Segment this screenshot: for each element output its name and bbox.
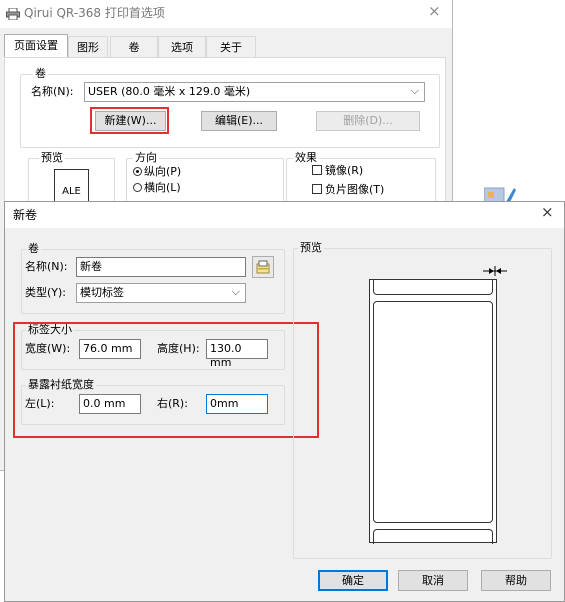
effects-title: 效果 (293, 151, 319, 164)
preview-label-1 (373, 279, 493, 295)
preview-label-2 (373, 301, 493, 523)
radio-checked-icon (133, 167, 142, 176)
preview-title: 预览 (298, 241, 324, 254)
help-button-label: 帮助 (505, 574, 527, 587)
tab-options[interactable]: 选项 (158, 36, 206, 58)
delete-roll-button-label: 删除(D)... (343, 114, 393, 127)
ok-button-label: 确定 (342, 574, 364, 587)
landscape-label: 横向(L) (144, 181, 181, 194)
tab-about[interactable]: 关于 (206, 36, 256, 58)
mirror-checkbox[interactable]: 镜像(R) (312, 164, 363, 178)
new-button-highlight (90, 107, 169, 134)
size-highlight (13, 322, 319, 438)
tab-label: 选项 (171, 41, 193, 54)
new-roll-dialog: 新卷 × 卷 名称(N): 新卷 类型(Y): 模切标签 ⌵ 标签大小 宽度(W… (4, 201, 565, 602)
back-name-value: USER (80.0 毫米 x 129.0 毫米) (88, 85, 251, 98)
tab-label: 关于 (220, 41, 242, 54)
cancel-button-label: 取消 (422, 574, 444, 587)
name-label: 名称(N): (25, 260, 68, 273)
tab-graphics[interactable]: 图形 (68, 36, 108, 58)
back-name-label: 名称(N): (31, 85, 74, 98)
cancel-button[interactable]: 取消 (398, 570, 468, 591)
width-marker-icon (483, 266, 507, 279)
background-app-icon (483, 186, 518, 203)
tab-label: 页面设置 (14, 39, 58, 52)
back-name-select[interactable]: USER (80.0 毫米 x 129.0 毫米) ⌵ (84, 82, 425, 102)
back-dialog-title: Qirui QR-368 打印首选项 (24, 6, 165, 20)
roll-library-icon (256, 260, 270, 277)
type-select[interactable]: 模切标签 ⌵ (76, 283, 246, 303)
chevron-down-icon: ⌵ (410, 84, 419, 97)
back-preview-text: ALE (62, 186, 81, 197)
tab-label: 图形 (77, 41, 99, 54)
back-roll-group-title: 卷 (33, 67, 48, 80)
edit-roll-button[interactable]: 编辑(E)... (201, 111, 277, 131)
chevron-down-icon: ⌵ (231, 285, 240, 298)
back-title-bar: Qirui QR-368 打印首选项 × (0, 0, 452, 28)
new-roll-title-bar: 新卷 × (5, 202, 564, 228)
type-select-value: 模切标签 (80, 286, 124, 299)
tab-roll[interactable]: 卷 (110, 36, 158, 58)
landscape-radio[interactable]: 横向(L) (133, 181, 181, 195)
ok-button[interactable]: 确定 (318, 570, 388, 591)
printer-icon (6, 7, 20, 23)
negative-checkbox[interactable]: 负片图像(T) (312, 183, 384, 197)
negative-label: 负片图像(T) (325, 183, 385, 196)
delete-roll-button[interactable]: 删除(D)... (316, 111, 420, 131)
roll-library-button[interactable] (252, 256, 274, 278)
name-input[interactable]: 新卷 (76, 257, 246, 277)
preview-roll (369, 279, 497, 544)
name-input-value: 新卷 (80, 260, 102, 273)
tab-label: 卷 (128, 41, 140, 54)
type-label: 类型(Y): (25, 286, 67, 299)
orientation-title: 方向 (133, 151, 159, 164)
tab-page-setup[interactable]: 页面设置 (4, 34, 68, 58)
radio-unchecked-icon (133, 183, 142, 192)
edit-roll-button-label: 编辑(E)... (214, 114, 264, 127)
back-close-icon[interactable]: × (428, 4, 441, 19)
preview-label-3 (373, 529, 493, 544)
portrait-label: 纵向(P) (144, 165, 182, 178)
close-icon[interactable]: × (541, 205, 554, 220)
checkbox-icon (312, 165, 322, 175)
back-preview-title: 预览 (39, 151, 65, 164)
checkbox-icon (312, 184, 322, 194)
roll-group-title: 卷 (26, 242, 41, 255)
help-button[interactable]: 帮助 (481, 570, 551, 591)
mirror-label: 镜像(R) (325, 164, 364, 177)
new-roll-title: 新卷 (13, 208, 38, 222)
portrait-radio[interactable]: 纵向(P) (133, 165, 181, 179)
